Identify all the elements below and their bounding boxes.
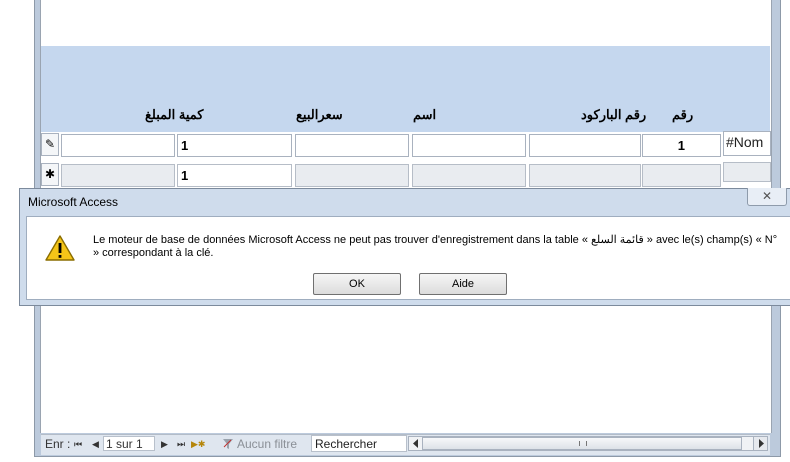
new-field-name[interactable]: [412, 164, 526, 187]
label-sale-price: سعرالبيع: [296, 107, 343, 122]
scroll-right-button[interactable]: [753, 437, 767, 450]
pencil-icon: ✎: [44, 137, 56, 151]
new-field-number[interactable]: [642, 164, 721, 187]
horizontal-scrollbar[interactable]: [408, 436, 768, 451]
field-qty[interactable]: 1: [177, 134, 292, 157]
label-name: اسم: [413, 107, 437, 122]
record-label: Enr :: [45, 437, 71, 451]
label-number: رقم: [672, 107, 694, 122]
new-record-nav-icon[interactable]: ▶✱: [191, 435, 205, 454]
field-name[interactable]: [412, 134, 526, 157]
field-sale-price[interactable]: [295, 134, 409, 157]
label-barcode: رقم الباركود: [581, 107, 647, 122]
last-record-icon[interactable]: ⏭: [177, 435, 185, 454]
ok-button[interactable]: OK: [313, 273, 401, 295]
prev-record-icon[interactable]: ◀: [92, 435, 99, 454]
new-field-barcode[interactable]: [529, 164, 641, 187]
filter-icon: [223, 439, 233, 449]
new-field-sale-price[interactable]: [295, 164, 409, 187]
no-filter-toggle[interactable]: Aucun filtre: [237, 435, 297, 454]
search-input[interactable]: Rechercher: [311, 435, 407, 452]
new-field-amount[interactable]: [61, 164, 175, 187]
label-amount-qty: كمية المبلغ: [145, 107, 204, 122]
scroll-right-icon: [759, 439, 764, 448]
scroll-left-icon[interactable]: [411, 439, 420, 448]
new-field-extra[interactable]: [723, 162, 771, 182]
grip-icon: [579, 441, 587, 446]
dialog-message: Le moteur de base de données Microsoft A…: [93, 234, 778, 259]
new-record-icon: ✱: [44, 167, 56, 181]
scroll-thumb[interactable]: [422, 437, 742, 450]
dialog-title: Microsoft Access: [28, 195, 119, 209]
help-button[interactable]: Aide: [419, 273, 507, 295]
next-record-icon[interactable]: ▶: [161, 435, 168, 454]
dialog-body: Le moteur de base de données Microsoft A…: [26, 216, 790, 300]
close-icon: ✕: [761, 189, 773, 203]
field-error-value[interactable]: #Nom: [723, 131, 771, 156]
warning-icon: [45, 235, 75, 261]
error-dialog: Microsoft Access ✕ Le moteur de base de …: [19, 188, 790, 306]
record-selector-current[interactable]: ✎: [41, 133, 59, 156]
new-field-qty[interactable]: 1: [177, 164, 292, 187]
field-barcode[interactable]: [529, 134, 641, 157]
dialog-close-button[interactable]: ✕: [747, 188, 787, 206]
field-number[interactable]: 1: [642, 134, 721, 157]
first-record-icon[interactable]: ⏮: [74, 435, 82, 454]
record-selector-new[interactable]: ✱: [41, 163, 59, 186]
current-record-input[interactable]: 1 sur 1: [103, 436, 155, 451]
field-amount[interactable]: [61, 134, 175, 157]
